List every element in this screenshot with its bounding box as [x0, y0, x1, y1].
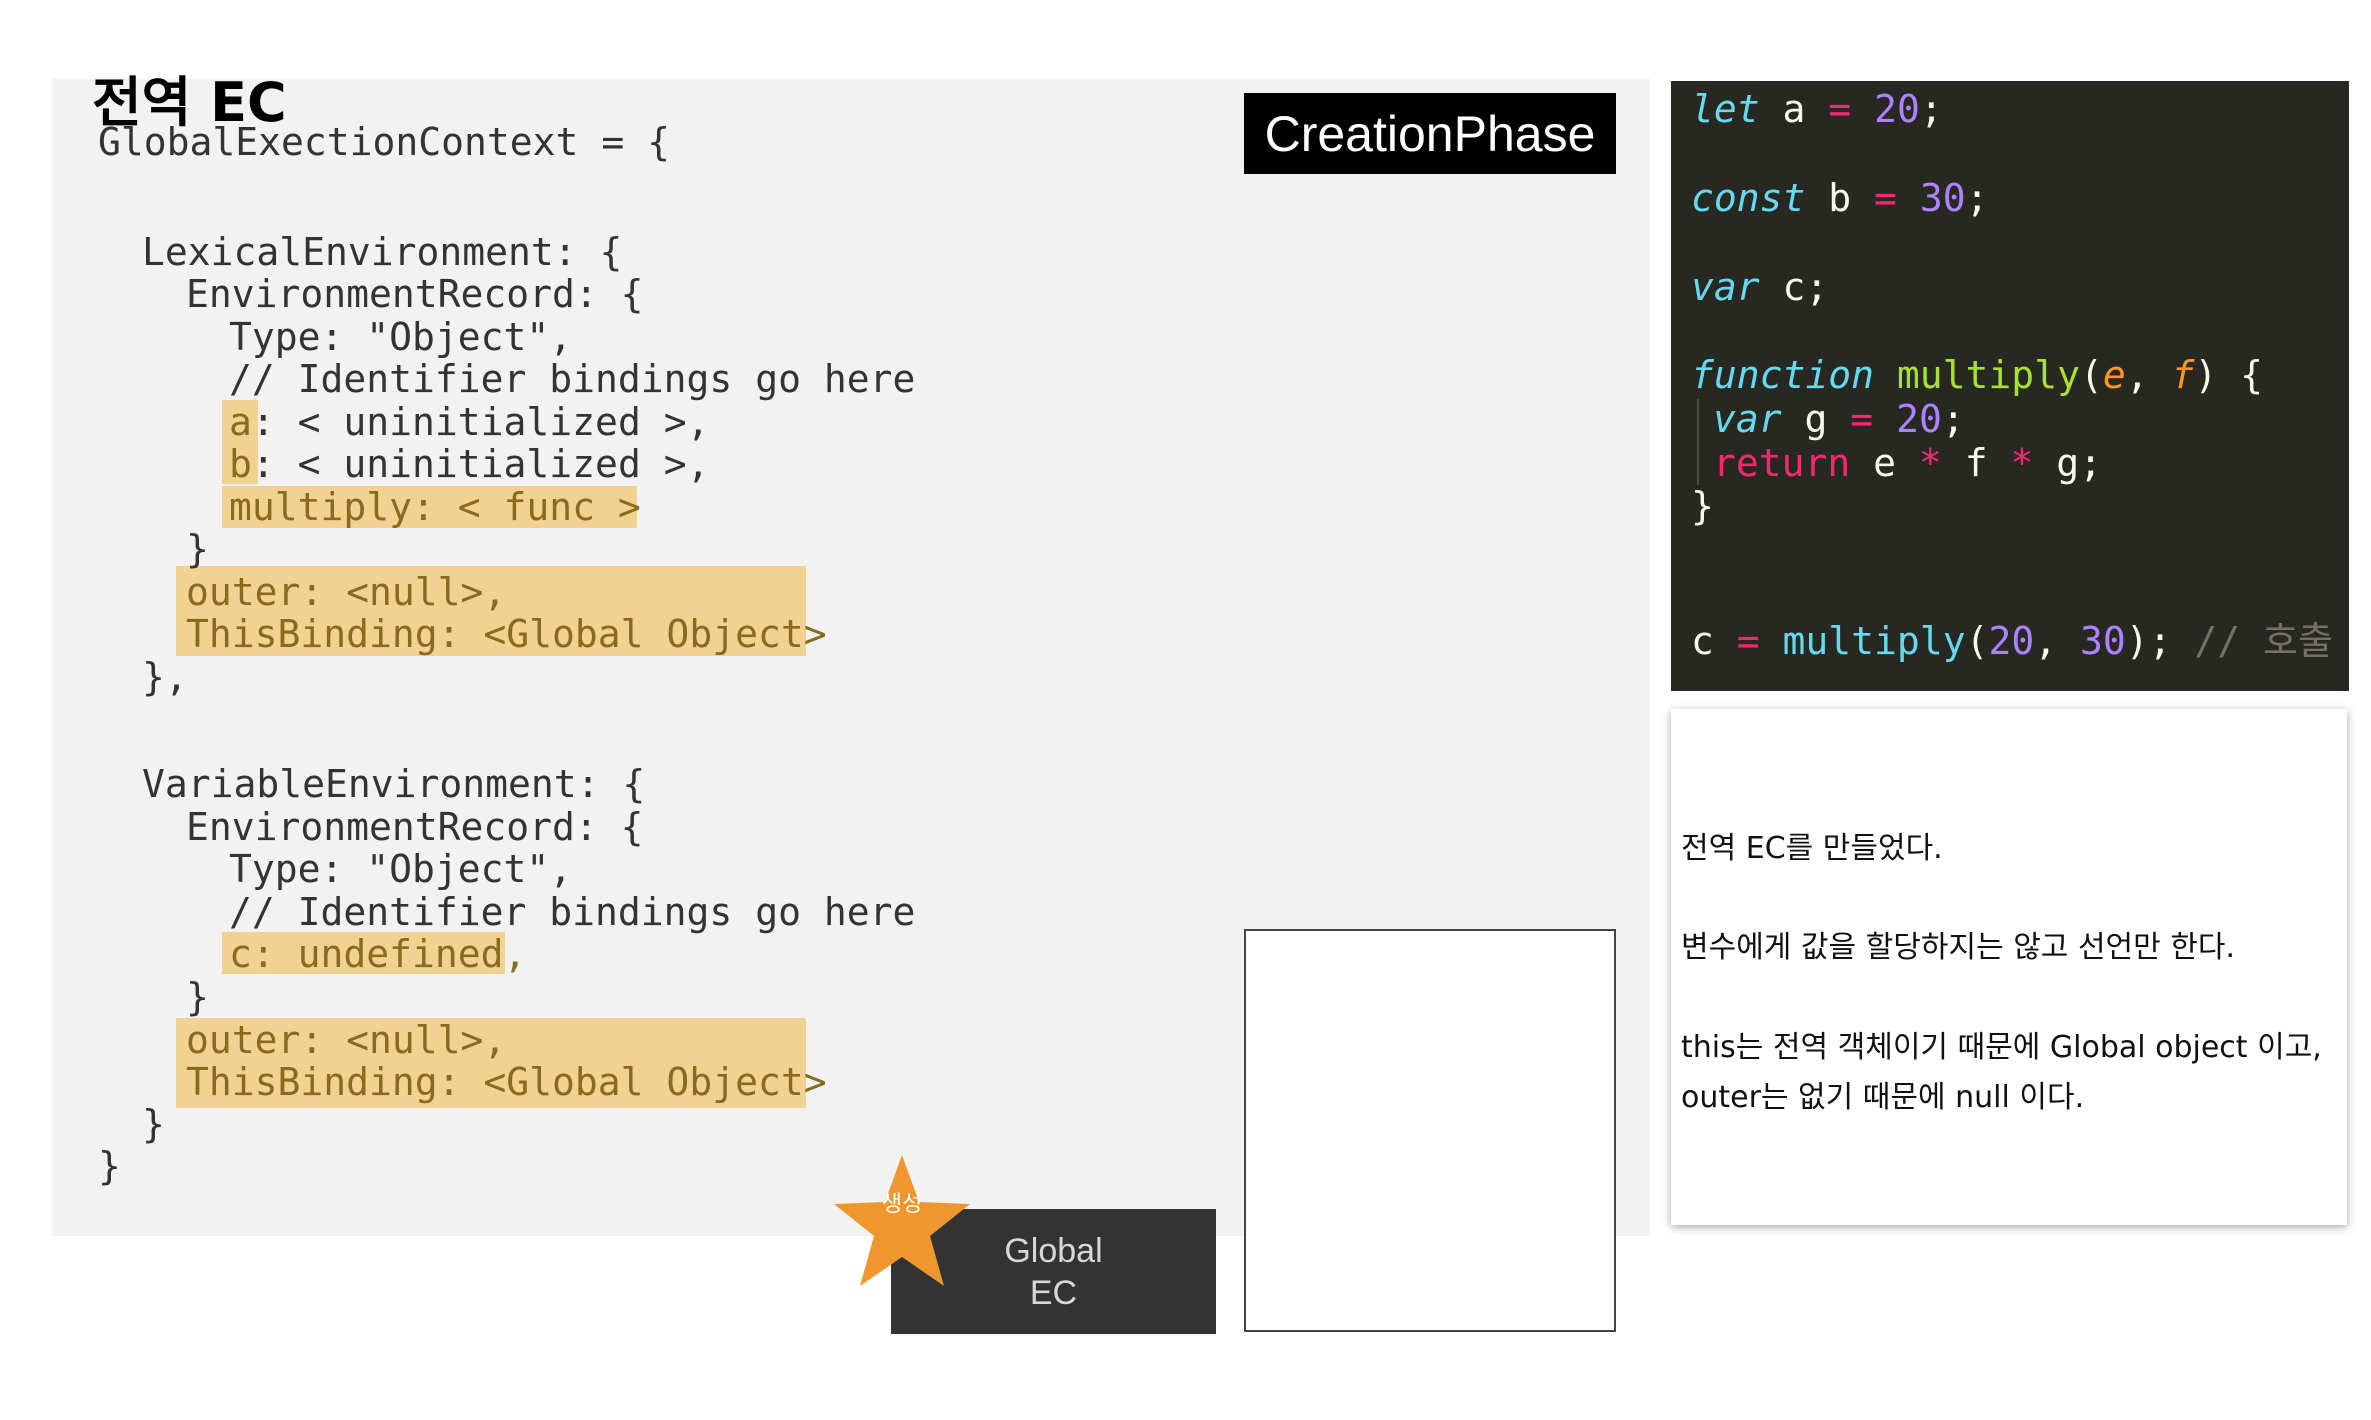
kw-var-g: var — [1713, 397, 1782, 441]
src-line-function: function multiply(e, f) { — [1691, 353, 2264, 397]
kw-let: let — [1691, 87, 1760, 131]
src-line-let: let a = 20; — [1691, 87, 1943, 131]
binding-a-value: : < uninitialized >, — [251, 400, 710, 444]
op-eq: = — [1850, 397, 1874, 441]
code-line-lex-b: b: < uninitialized >, — [229, 442, 709, 486]
binding-a-name: a — [229, 400, 252, 444]
ident-g: g — [1781, 397, 1851, 441]
binding-b-value: : < uninitialized >, — [251, 442, 710, 486]
code-line-var-comment: // Identifier bindings go here — [229, 890, 916, 934]
comment-call: // 호출 — [2194, 619, 2333, 663]
kw-const: const — [1691, 176, 1806, 220]
code-line-lex-record-close: } — [186, 527, 209, 571]
ident-c: c; — [1759, 265, 1829, 309]
code-line-var-close: } — [142, 1102, 165, 1146]
ident-g-return: g; — [2033, 441, 2102, 485]
call-stack-box — [1244, 929, 1616, 1332]
code-line-global-open: GlobalExectionContext = { — [98, 120, 670, 164]
ident-e: e — [1850, 441, 1919, 485]
code-line-lex-comment: // Identifier bindings go here — [229, 357, 916, 401]
fn-call-multiply: multiply — [1782, 619, 1966, 663]
global-ec-label-line2: EC — [1029, 1273, 1078, 1312]
src-line-call: c = multiply(20, 30); // 호출 — [1691, 619, 2333, 663]
num-30: 30 — [2080, 619, 2126, 663]
code-line-variable-open: VariableEnvironment: { — [142, 762, 646, 806]
code-line-lex-type: Type: "Object", — [229, 315, 573, 359]
ident-c-assign: c — [1691, 619, 1737, 663]
note-line-3: this는 전역 객체이기 때문에 Global object 이고, — [1681, 1030, 2322, 1065]
src-line-var: var c; — [1691, 265, 1828, 309]
code-line-var-this: ThisBinding: <Global Object> — [186, 1060, 827, 1104]
star-icon — [834, 1155, 970, 1286]
note-line-1: 전역 EC를 만들었다. — [1681, 831, 1943, 866]
creation-phase-tag: CreationPhase — [1244, 93, 1616, 174]
num-20: 20 — [1896, 397, 1942, 441]
code-line-var-record-close: } — [186, 975, 209, 1019]
code-line-var-outer: outer: <null>, — [186, 1018, 507, 1062]
ident-b: b — [1805, 176, 1875, 220]
param-f: f — [2171, 353, 2195, 397]
op-eq: = — [1736, 619, 1760, 663]
note-line-4: outer는 없기 때문에 null 이다. — [1681, 1080, 2085, 1115]
fn-multiply: multiply — [1896, 353, 2080, 397]
kw-return: return — [1713, 441, 1851, 485]
code-line-lex-close: }, — [142, 655, 188, 699]
code-line-lex-a: a: < uninitialized >, — [229, 400, 709, 444]
indent-guide — [1697, 399, 1699, 485]
code-line-var-type: Type: "Object", — [229, 847, 573, 891]
star-label: 생성 — [881, 1192, 923, 1217]
num-20: 20 — [1874, 87, 1920, 131]
code-line-lex-record-open: EnvironmentRecord: { — [186, 272, 644, 316]
code-line-lexical-open: LexicalEnvironment: { — [142, 230, 623, 274]
op-eq: = — [1874, 176, 1897, 220]
src-line-return: return e * f * g; — [1713, 441, 2102, 485]
num-20: 20 — [1988, 619, 2035, 663]
kw-var: var — [1691, 265, 1760, 309]
note-line-2: 변수에게 값을 할당하지는 않고 선언만 한다. — [1681, 930, 2236, 965]
source-code-editor: let a = 20; const b = 30; var c; functio… — [1671, 81, 2349, 691]
src-line-const: const b = 30; — [1691, 176, 1989, 220]
explanation-card: 전역 EC를 만들었다. 변수에게 값을 할당하지는 않고 선언만 한다. th… — [1671, 709, 2347, 1225]
binding-b-name: b — [229, 442, 252, 486]
code-line-var-record-open: EnvironmentRecord: { — [186, 805, 644, 849]
code-line-lex-outer: outer: <null>, — [186, 570, 507, 614]
code-line-global-close: } — [98, 1144, 121, 1188]
global-ec-label-line1: Global — [1004, 1231, 1103, 1270]
op-mul: * — [2010, 441, 2034, 485]
src-line-close: } — [1691, 484, 1714, 528]
code-line-lex-multiply: multiply: < func > — [229, 485, 641, 529]
src-line-var-g: var g = 20; — [1713, 397, 1965, 441]
op-eq: = — [1828, 87, 1852, 131]
param-e: e — [2102, 353, 2126, 397]
op-mul: * — [1918, 441, 1942, 485]
ident-f: f — [1941, 441, 2011, 485]
ident-a: a — [1759, 87, 1829, 131]
code-line-lex-this: ThisBinding: <Global Object> — [186, 612, 827, 656]
code-line-var-c: c: undefined, — [229, 932, 527, 976]
kw-function: function — [1691, 353, 1875, 397]
num-30: 30 — [1919, 176, 1966, 220]
